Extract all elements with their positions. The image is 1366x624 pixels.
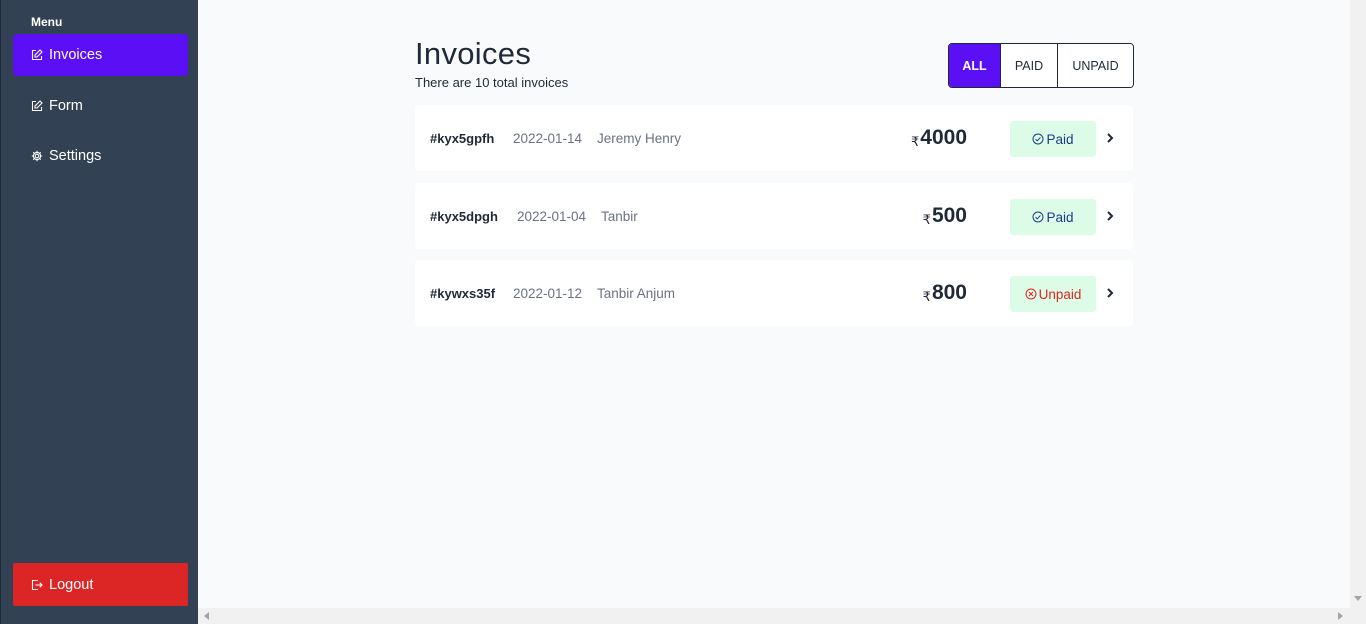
sidebar-item-settings[interactable]: Settings xyxy=(13,135,188,177)
invoice-client: Tanbir Anjum xyxy=(597,286,676,301)
status-label: Unpaid xyxy=(1038,286,1082,302)
invoice-row[interactable]: #kywxs35f 2022-01-12 Tanbir Anjum ₹ 800 … xyxy=(415,260,1133,326)
status-label: Paid xyxy=(1046,209,1074,225)
status-badge: Unpaid xyxy=(1010,276,1096,312)
sidebar-item-label: Invoices xyxy=(49,47,103,63)
invoice-row[interactable]: #kyx5gpfh 2022-01-14 Jeremy Henry ₹ 4000… xyxy=(415,105,1133,171)
invoice-id: #kyx5gpfh xyxy=(430,131,495,146)
sidebar-item-invoices[interactable]: Invoices xyxy=(13,34,188,76)
filter-unpaid-button[interactable]: UNPAID xyxy=(1057,44,1133,87)
invoice-amount: ₹ 500 xyxy=(923,204,967,228)
main-content: Invoices There are 10 total invoices ALL… xyxy=(198,0,1350,608)
filter-paid-button[interactable]: PAID xyxy=(1000,44,1057,87)
invoice-date: 2022-01-04 xyxy=(517,209,587,224)
invoice-row[interactable]: #kyx5dpgh 2022-01-04 Tanbir ₹ 500 Paid xyxy=(415,183,1133,249)
invoice-client: Tanbir xyxy=(601,209,638,224)
invoice-id: #kyx5dpgh xyxy=(430,209,498,224)
logout-icon xyxy=(31,579,43,591)
gear-icon xyxy=(31,150,43,162)
chevron-right-icon[interactable] xyxy=(1105,209,1115,223)
status-badge: Paid xyxy=(1010,199,1096,235)
sidebar: Menu Invoices Form Settings Logout xyxy=(0,0,198,624)
invoice-client: Jeremy Henry xyxy=(597,131,682,146)
status-badge: Paid xyxy=(1010,121,1096,157)
sidebar-item-form[interactable]: Form xyxy=(13,85,188,127)
check-circle-icon xyxy=(1032,133,1044,145)
invoice-id: #kywxs35f xyxy=(430,286,496,301)
invoice-date: 2022-01-14 xyxy=(513,131,583,146)
invoice-count: There are 10 total invoices xyxy=(415,75,569,90)
invoice-amount: ₹ 800 xyxy=(923,281,967,305)
scroll-left-arrow-icon[interactable] xyxy=(204,612,209,620)
x-circle-icon xyxy=(1025,288,1037,300)
edit-icon xyxy=(31,49,43,61)
logout-label: Logout xyxy=(49,576,94,593)
page-title: Invoices xyxy=(415,36,532,71)
scroll-up-arrow-icon[interactable] xyxy=(1354,596,1362,601)
logout-button[interactable]: Logout xyxy=(13,563,188,606)
chevron-right-icon[interactable] xyxy=(1105,131,1115,145)
status-filter: ALL PAID UNPAID xyxy=(948,43,1134,88)
status-label: Paid xyxy=(1046,131,1074,147)
edit-icon xyxy=(31,100,43,112)
sidebar-item-label: Settings xyxy=(49,148,102,164)
amount-value: 500 xyxy=(931,204,967,227)
invoice-date: 2022-01-12 xyxy=(513,286,583,301)
menu-label: Menu xyxy=(31,15,63,29)
filter-all-button[interactable]: ALL xyxy=(949,44,1000,87)
chevron-right-icon[interactable] xyxy=(1105,286,1115,300)
scroll-right-arrow-icon[interactable] xyxy=(1338,612,1343,620)
sidebar-item-label: Form xyxy=(49,98,83,114)
currency-symbol: ₹ xyxy=(922,289,931,304)
amount-value: 4000 xyxy=(920,126,967,149)
currency-symbol: ₹ xyxy=(911,134,920,149)
horizontal-scrollbar[interactable] xyxy=(198,608,1366,624)
check-circle-icon xyxy=(1032,211,1044,223)
amount-value: 800 xyxy=(931,281,967,304)
invoice-amount: ₹ 4000 xyxy=(911,126,967,150)
vertical-scrollbar[interactable] xyxy=(1350,0,1366,608)
currency-symbol: ₹ xyxy=(922,212,931,227)
